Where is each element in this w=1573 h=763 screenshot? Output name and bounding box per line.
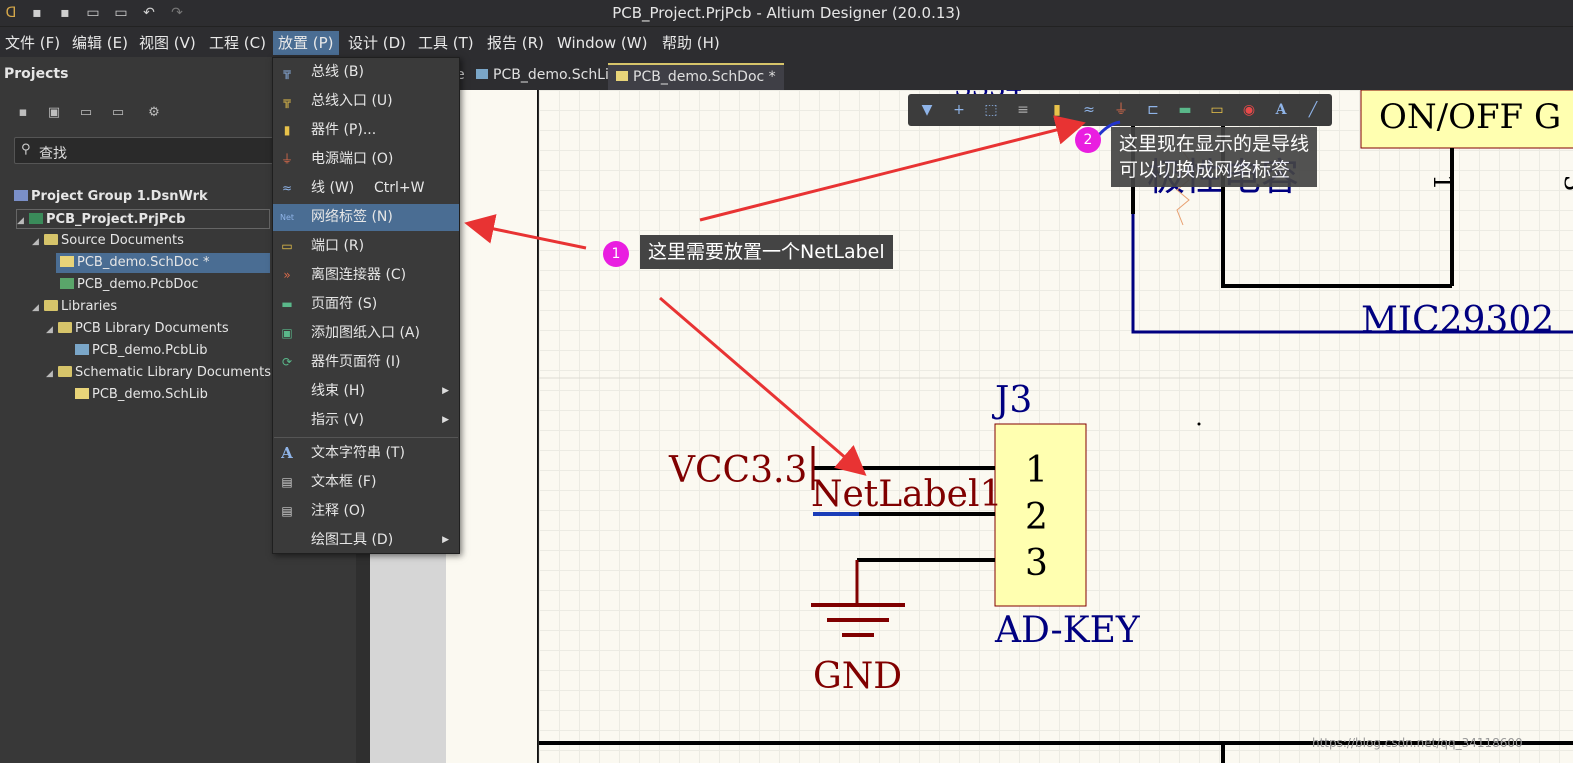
callout-badge: 2 <box>1075 127 1101 153</box>
callout-line: 可以切换成网络标签 <box>1119 159 1291 181</box>
annotation-arrows <box>464 115 1121 476</box>
callout-wire-note: 这里现在显示的是导线 可以切换成网络标签 <box>1111 127 1318 187</box>
arrow-to-netlabel <box>659 296 867 476</box>
arrow-to-net-label-menu <box>464 214 587 250</box>
callout-net-label: 这里需要放置一个NetLabel <box>640 235 893 269</box>
callout-line: 这里现在显示的是导线 <box>1119 133 1310 155</box>
watermark: https://blog.csdn.net/qq_34118600 <box>1312 736 1523 750</box>
arrow-to-wire-tool <box>699 115 1086 222</box>
callout-badge: 1 <box>603 241 629 267</box>
